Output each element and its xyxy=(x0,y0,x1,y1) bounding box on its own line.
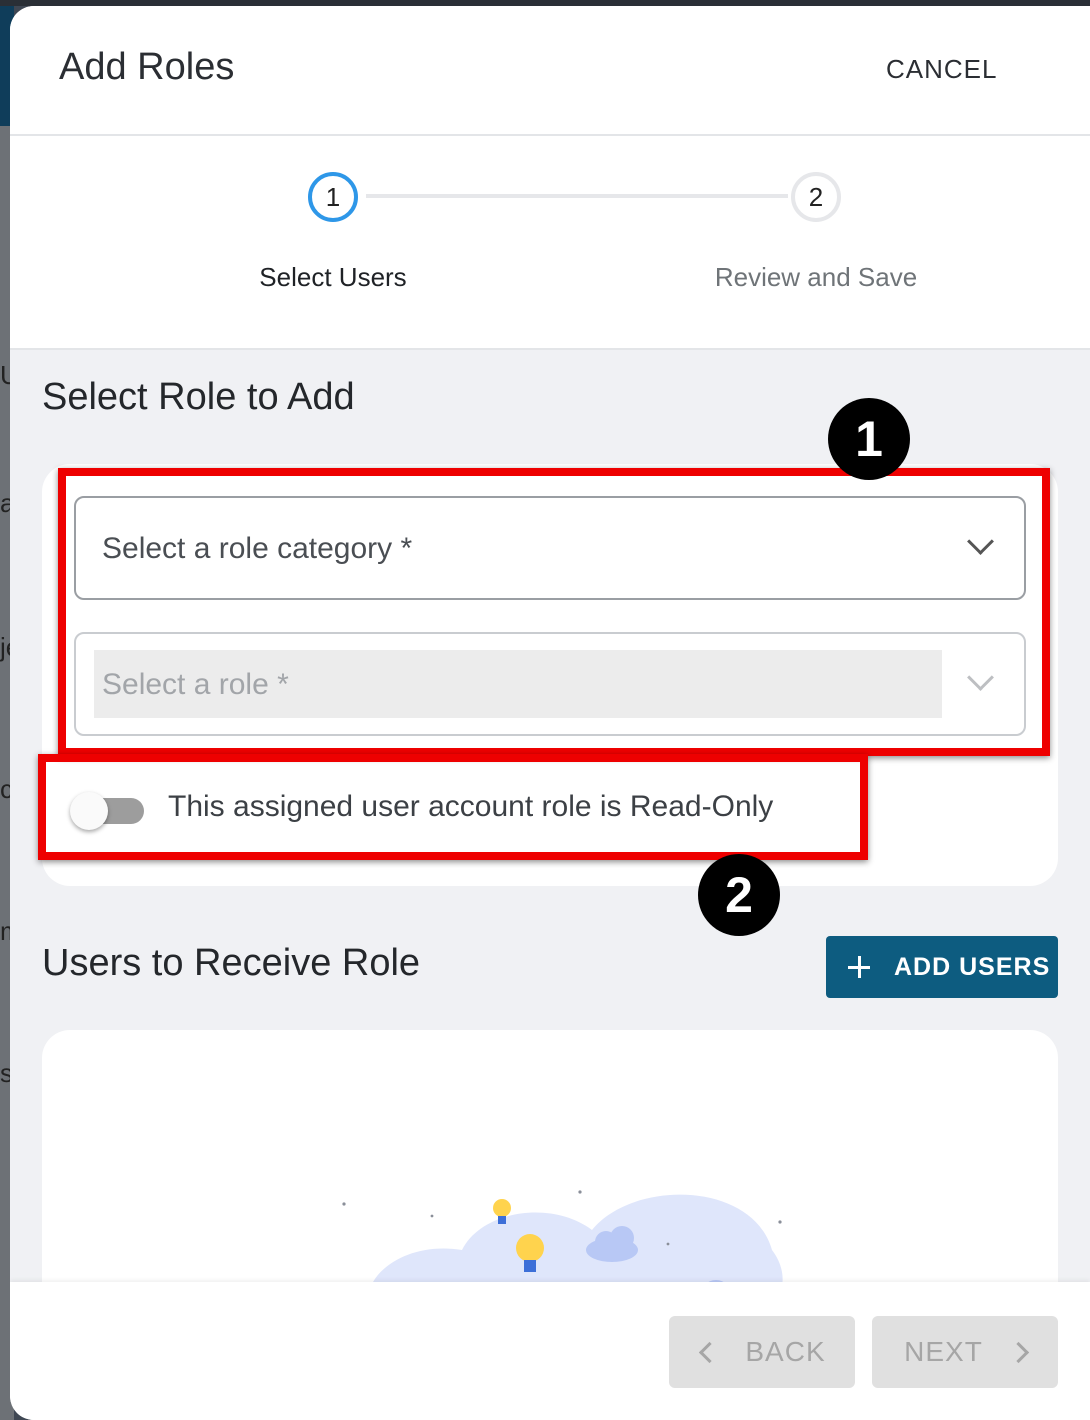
stepper: 1 2 Select Users Review and Save xyxy=(10,136,1090,350)
back-button[interactable]: BACK xyxy=(669,1316,855,1388)
chevron-right-icon xyxy=(1007,1341,1029,1363)
step-1-circle[interactable]: 1 xyxy=(308,172,358,222)
select-role-heading: Select Role to Add xyxy=(42,376,355,418)
plus-icon xyxy=(848,956,870,978)
add-roles-dialog: Add Roles CANCEL 1 2 Select Users Review… xyxy=(10,6,1090,1420)
step-1-label: Select Users xyxy=(259,262,407,292)
annotation-highlight-2 xyxy=(38,754,868,860)
annotation-badge-1: 1 xyxy=(828,398,910,480)
dialog-title: Add Roles xyxy=(59,46,235,88)
chevron-left-icon xyxy=(699,1341,721,1363)
annotation-highlight-1 xyxy=(58,468,1050,756)
stepper-connector xyxy=(366,194,788,198)
add-users-label: ADD USERS xyxy=(894,952,1051,981)
next-label: NEXT xyxy=(904,1336,983,1367)
step-2-label: Review and Save xyxy=(714,262,918,292)
next-button[interactable]: NEXT xyxy=(872,1316,1058,1388)
dialog-content: Select Role to Add Select a role categor… xyxy=(10,350,1090,1330)
users-to-receive-heading: Users to Receive Role xyxy=(42,942,421,984)
annotation-badge-2: 2 xyxy=(698,854,780,936)
cancel-button[interactable]: CANCEL xyxy=(886,54,997,85)
dialog-footer: BACK NEXT xyxy=(10,1282,1090,1420)
step-2-circle[interactable]: 2 xyxy=(791,172,841,222)
add-users-button[interactable]: ADD USERS xyxy=(826,936,1058,998)
dialog-header: Add Roles CANCEL xyxy=(10,6,1090,136)
back-label: BACK xyxy=(745,1336,826,1367)
